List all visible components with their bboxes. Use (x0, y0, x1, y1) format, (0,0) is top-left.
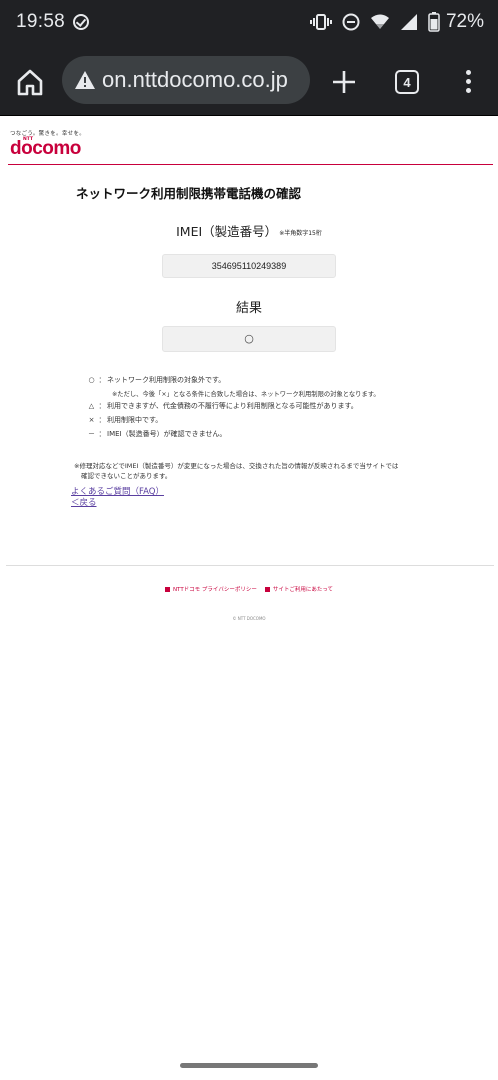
new-tab-icon[interactable] (330, 68, 358, 96)
faq-link[interactable]: よくあるご質問（FAQ） (71, 487, 164, 498)
legend-text: ネットワーク利用制限の対象外です。 (107, 376, 226, 384)
gesture-home-bar[interactable] (180, 1063, 318, 1068)
legend-colon: ： (98, 430, 106, 438)
warning-icon[interactable] (74, 70, 96, 90)
browser-toolbar: on.nttdocomo.co.jp 4 (0, 44, 498, 116)
legend-row: － ： IMEI（製造番号）が確認できません。 (86, 427, 486, 441)
imei-field: 354695110249389 (162, 254, 336, 278)
result-field: ○ (162, 326, 336, 352)
legend-text: 利用制限中です。 (107, 416, 163, 424)
status-time: 19:58 (16, 11, 66, 32)
imei-label-text: IMEI（製造番号） (176, 224, 278, 239)
signal-icon (400, 13, 418, 31)
external-link-icon (164, 586, 170, 592)
footer-usage-text[interactable]: サイトご利用にあたって (273, 585, 333, 593)
legend-row: × ： 利用制限中です。 (86, 413, 486, 427)
result-legend: ○ ： ネットワーク利用制限の対象外です。 ※ただし、今後「×」となる条件に合致… (86, 373, 486, 441)
external-link-icon (264, 586, 270, 592)
note-line-1: ※修理対応などでIMEI（製造番号）が変更になった場合は、交換された旨の情報が反… (74, 462, 399, 470)
status-icons: 72% (309, 11, 484, 33)
footer-usage-link[interactable]: サイトご利用にあたって (264, 585, 333, 593)
tagline: つなごう。驚きを。幸せを。 (10, 131, 86, 137)
legend-symbol: － (88, 430, 95, 438)
status-bar: 19:58 72% (0, 0, 498, 44)
home-icon[interactable] (14, 66, 46, 98)
more-menu-icon[interactable] (464, 70, 472, 96)
url-bar[interactable]: on.nttdocomo.co.jp (62, 56, 310, 104)
footer-divider (6, 565, 494, 566)
imei-note: ※半角数字15桁 (279, 230, 322, 237)
footer-privacy-link[interactable]: NTTドコモ プライバシーポリシー (164, 585, 257, 593)
do-not-disturb-icon (342, 13, 360, 31)
logo-text: docomo (10, 138, 81, 159)
imei-change-note: ※修理対応などでIMEI（製造番号）が変更になった場合は、交換された旨の情報が反… (74, 461, 434, 481)
footer-privacy-text[interactable]: NTTドコモ プライバシーポリシー (173, 585, 257, 593)
result-label: 結果 (235, 301, 262, 316)
check-circle-icon (73, 14, 90, 30)
back-link[interactable]: ＜戻る (71, 498, 164, 509)
legend-text: IMEI（製造番号）が確認できません。 (107, 430, 227, 438)
legend-text: 利用できますが、代金債務の不履行等により利用制限となる可能性があります。 (107, 402, 358, 410)
note-line-2: 確認できないことがあります。 (81, 472, 172, 480)
docomo-logo[interactable]: つなごう。驚きを。幸せを。 NTT docomo (10, 129, 85, 158)
legend-symbol: △ (88, 402, 95, 410)
legend-colon: ： (98, 376, 106, 384)
tab-switcher-button[interactable]: 4 (395, 70, 419, 94)
legend-row: △ ： 利用できますが、代金債務の不履行等により利用制限となる可能性があります。 (86, 399, 486, 413)
battery-percent: 72% (445, 11, 484, 32)
legend-colon: ： (98, 402, 106, 410)
legend-subnote: ※ただし、今後「×」となる条件に合致した場合は、ネットワーク利用制限の対象となり… (112, 390, 380, 398)
battery-icon (428, 12, 440, 32)
legend-symbol: × (88, 416, 95, 424)
legend-colon: ： (98, 416, 106, 424)
url-text[interactable]: on.nttdocomo.co.jp (102, 67, 288, 93)
copyright: © NTT DOCOMO (232, 616, 266, 621)
wifi-icon (370, 13, 390, 31)
logo-ntt: NTT (23, 137, 34, 142)
page-title: ネットワーク利用制限携帯電話機の確認 (76, 186, 302, 201)
vibrate-icon (309, 13, 332, 31)
page-links: よくあるご質問（FAQ） ＜戻る (71, 487, 164, 509)
legend-symbol: ○ (88, 376, 95, 384)
legend-row: ○ ： ネットワーク利用制限の対象外です。 (86, 373, 486, 387)
imei-label: IMEI（製造番号） ※半角数字15桁 (0, 221, 498, 240)
footer-links: NTTドコモ プライバシーポリシー サイトご利用にあたって (0, 585, 498, 593)
header-divider (8, 164, 493, 165)
